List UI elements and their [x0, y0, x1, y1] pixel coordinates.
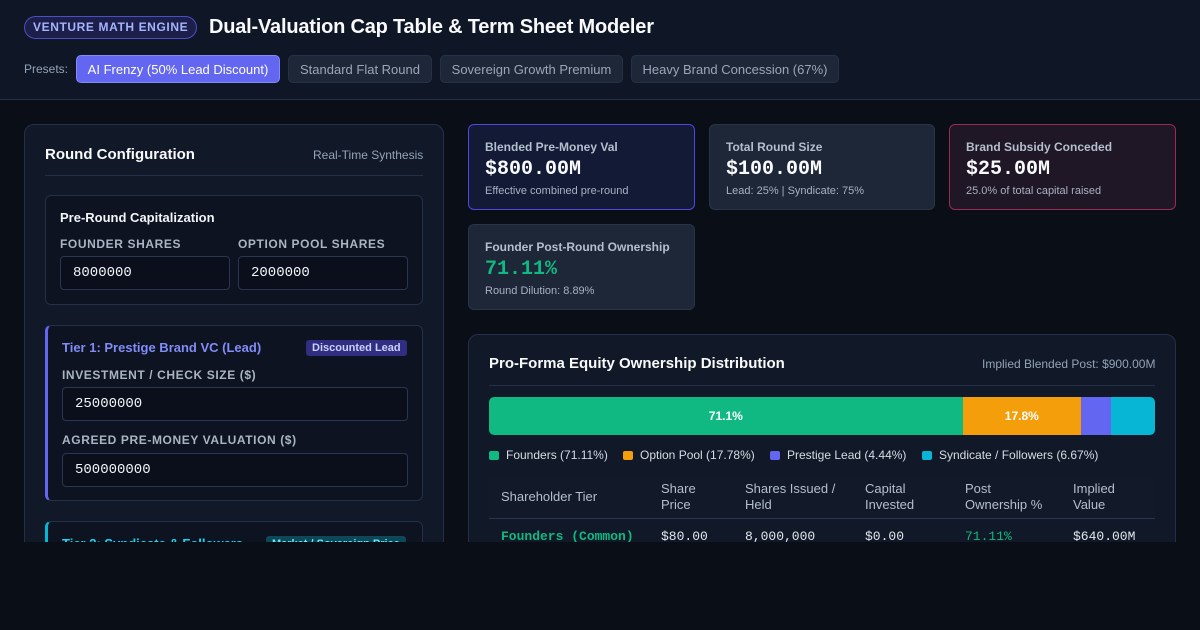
legend-swatch	[770, 451, 780, 460]
brand-subsidy-card: Brand Subsidy Conceded $25.00M 25.0% of …	[949, 124, 1176, 210]
round-configuration-panel: Round Configuration Real-Time Synthesis …	[24, 124, 444, 581]
premoney-input[interactable]: 500000000	[62, 453, 408, 487]
table-header: Shareholder Tier Share Price Shares Issu…	[489, 475, 1155, 519]
discounted-lead-badge: Discounted Lead	[306, 340, 407, 356]
legend-label: Option Pool (17.78%)	[640, 448, 755, 462]
founder-label: Founder Post-Round Ownership	[485, 240, 670, 254]
bar-segment-founders: 71.1%	[489, 397, 963, 435]
option-pool-label: OPTION POOL SHARES	[238, 237, 386, 251]
subsidy-label: Brand Subsidy Conceded	[966, 140, 1113, 154]
col-post-ownership: Post Ownership %	[965, 481, 1043, 512]
blended-sub: Effective combined pre-round	[485, 185, 629, 197]
ownership-legend: Founders (71.11%) Option Pool (17.78%) P…	[489, 447, 1155, 463]
blended-label: Blended Pre-Money Val	[485, 140, 618, 154]
preset-sovereign-growth-button[interactable]: Sovereign Growth Premium	[440, 55, 623, 83]
app-header: VENTURE MATH ENGINE Dual-Valuation Cap T…	[0, 0, 1200, 100]
equity-distribution-panel: Pro-Forma Equity Ownership Distribution …	[468, 334, 1176, 564]
pre-round-title: Pre-Round Capitalization	[60, 210, 215, 225]
preset-ai-frenzy-button[interactable]: AI Frenzy (50% Lead Discount)	[76, 55, 280, 83]
legend-swatch	[489, 451, 499, 460]
founder-value: 71.11%	[485, 258, 558, 281]
tier1-title: Tier 1: Prestige Brand VC (Lead)	[62, 340, 262, 355]
total-round-card: Total Round Size $100.00M Lead: 25% | Sy…	[709, 124, 935, 210]
preset-standard-flat-button[interactable]: Standard Flat Round	[288, 55, 432, 83]
round-label: Total Round Size	[726, 140, 823, 154]
col-shares-issued: Shares Issued / Held	[745, 481, 836, 512]
legend-label: Founders (71.11%)	[506, 448, 608, 462]
preset-heavy-brand-button[interactable]: Heavy Brand Concession (67%)	[631, 55, 839, 83]
option-pool-input[interactable]: 2000000	[238, 256, 408, 290]
subsidy-sub: 25.0% of total capital raised	[966, 185, 1102, 197]
round-config-title: Round Configuration	[45, 146, 195, 163]
legend-label: Syndicate / Followers (6.67%)	[939, 448, 1099, 462]
founder-sub: Round Dilution: 8.89%	[485, 285, 595, 297]
blended-value: $800.00M	[485, 158, 582, 181]
legend-swatch	[922, 451, 932, 460]
round-sub: Lead: 25% | Syndicate: 75%	[726, 185, 865, 197]
presets-label: Presets:	[24, 62, 69, 76]
col-shareholder-tier: Shareholder Tier	[501, 489, 598, 504]
round-value: $100.00M	[726, 158, 823, 181]
divider	[45, 175, 423, 176]
founder-shares-input[interactable]: 8000000	[60, 256, 230, 290]
pre-round-panel: Pre-Round Capitalization FOUNDER SHARES …	[45, 195, 423, 305]
founder-shares-label: FOUNDER SHARES	[60, 237, 182, 251]
bar-segment-syndicate-followers	[1110, 397, 1155, 435]
bar-segment-prestige-lead	[1080, 397, 1111, 435]
ownership-bar: 71.1% 17.8%	[489, 397, 1155, 435]
page-title: Dual-Valuation Cap Table & Term Sheet Mo…	[209, 16, 654, 38]
real-time-tag: Real-Time Synthesis	[313, 148, 424, 162]
col-implied-value: Implied Value	[1073, 481, 1115, 512]
distribution-title: Pro-Forma Equity Ownership Distribution	[489, 355, 785, 372]
blended-premoney-card: Blended Pre-Money Val $800.00M Effective…	[468, 124, 695, 210]
investment-label: INVESTMENT / CHECK SIZE ($)	[62, 368, 257, 382]
divider	[489, 385, 1155, 386]
engine-badge: VENTURE MATH ENGINE	[24, 16, 198, 39]
founder-ownership-card: Founder Post-Round Ownership 71.11% Roun…	[468, 224, 695, 310]
col-capital-invested: Capital Invested	[865, 481, 915, 512]
implied-post-label: Implied Blended Post: $900.00M	[982, 357, 1156, 371]
legend-label: Prestige Lead (4.44%)	[787, 448, 907, 462]
subsidy-value: $25.00M	[966, 158, 1051, 181]
tier1-panel: Tier 1: Prestige Brand VC (Lead) Discoun…	[45, 325, 423, 501]
viewport-fade	[0, 542, 1200, 630]
investment-input[interactable]: 25000000	[62, 387, 408, 421]
legend-swatch	[623, 451, 633, 460]
premoney-label: AGREED PRE-MONEY VALUATION ($)	[62, 433, 297, 447]
bar-segment-option-pool: 17.8%	[962, 397, 1081, 435]
col-share-price: Share Price	[661, 481, 696, 512]
